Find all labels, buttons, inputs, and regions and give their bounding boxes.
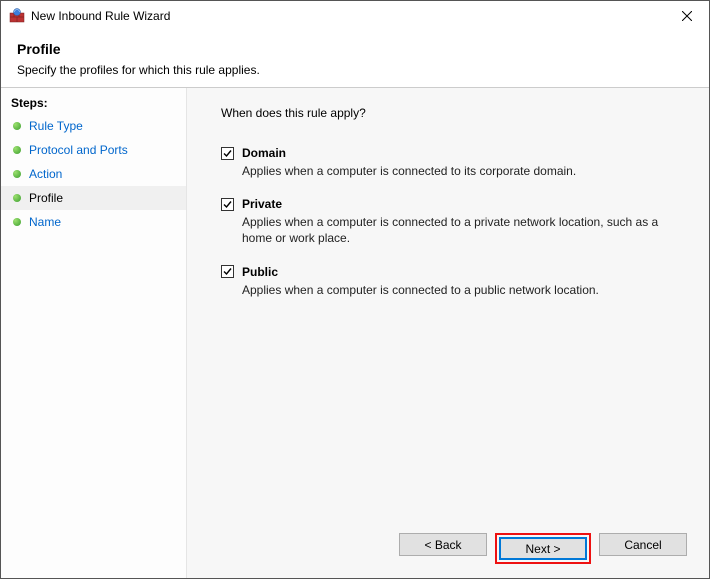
profile-option-description: Applies when a computer is connected to … xyxy=(242,282,672,298)
profile-option-public: Public Applies when a computer is connect… xyxy=(221,265,687,298)
step-label: Rule Type xyxy=(29,118,83,134)
back-button-label: < Back xyxy=(424,538,461,552)
step-label: Action xyxy=(29,166,62,182)
steps-heading: Steps: xyxy=(1,94,186,114)
profile-option-private: Private Applies when a computer is connec… xyxy=(221,197,687,246)
wizard-button-row: < Back Next > Cancel xyxy=(399,533,687,564)
wizard-main-pane: When does this rule apply? Domain Applies… xyxy=(187,88,709,578)
wizard-body: Steps: Rule Type Protocol and Ports Action… xyxy=(1,87,709,578)
profile-option-label: Domain xyxy=(242,146,286,160)
profile-option-description: Applies when a computer is connected to … xyxy=(242,163,672,179)
profile-option-domain: Domain Applies when a computer is connect… xyxy=(221,146,687,179)
wizard-header: Profile Specify the profiles for which t… xyxy=(1,31,709,87)
profile-option-label: Private xyxy=(242,197,282,211)
step-name[interactable]: Name xyxy=(1,210,186,234)
highlight-next: Next > xyxy=(495,533,591,564)
step-label: Protocol and Ports xyxy=(29,142,128,158)
checkbox-private[interactable] xyxy=(221,198,234,211)
checkbox-domain[interactable] xyxy=(221,147,234,160)
step-bullet-icon xyxy=(13,194,21,202)
title-bar: New Inbound Rule Wizard xyxy=(1,1,709,31)
step-protocol-and-ports[interactable]: Protocol and Ports xyxy=(1,138,186,162)
profile-option-row: Domain xyxy=(221,146,687,160)
close-button[interactable] xyxy=(664,1,709,31)
checkmark-icon xyxy=(222,148,233,159)
profile-option-row: Public xyxy=(221,265,687,279)
checkmark-icon xyxy=(222,199,233,210)
steps-sidebar: Steps: Rule Type Protocol and Ports Action… xyxy=(1,88,187,578)
profile-option-description: Applies when a computer is connected to … xyxy=(242,214,672,246)
step-label: Name xyxy=(29,214,61,230)
firewall-icon xyxy=(9,8,25,24)
cancel-button[interactable]: Cancel xyxy=(599,533,687,556)
page-title: Profile xyxy=(17,41,693,57)
page-subtitle: Specify the profiles for which this rule… xyxy=(17,63,693,77)
window-title: New Inbound Rule Wizard xyxy=(31,9,664,23)
close-icon xyxy=(682,11,692,21)
step-action[interactable]: Action xyxy=(1,162,186,186)
back-button[interactable]: < Back xyxy=(399,533,487,556)
profile-option-label: Public xyxy=(242,265,278,279)
checkmark-icon xyxy=(222,266,233,277)
next-button[interactable]: Next > xyxy=(499,537,587,560)
checkbox-public[interactable] xyxy=(221,265,234,278)
step-label: Profile xyxy=(29,190,63,206)
step-profile: Profile xyxy=(1,186,186,210)
step-bullet-icon xyxy=(13,146,21,154)
step-bullet-icon xyxy=(13,170,21,178)
cancel-button-label: Cancel xyxy=(624,538,661,552)
profile-option-row: Private xyxy=(221,197,687,211)
step-bullet-icon xyxy=(13,218,21,226)
wizard-window: New Inbound Rule Wizard Profile Specify … xyxy=(0,0,710,579)
step-rule-type[interactable]: Rule Type xyxy=(1,114,186,138)
step-bullet-icon xyxy=(13,122,21,130)
next-button-label: Next > xyxy=(525,542,560,556)
profile-question: When does this rule apply? xyxy=(221,106,687,120)
